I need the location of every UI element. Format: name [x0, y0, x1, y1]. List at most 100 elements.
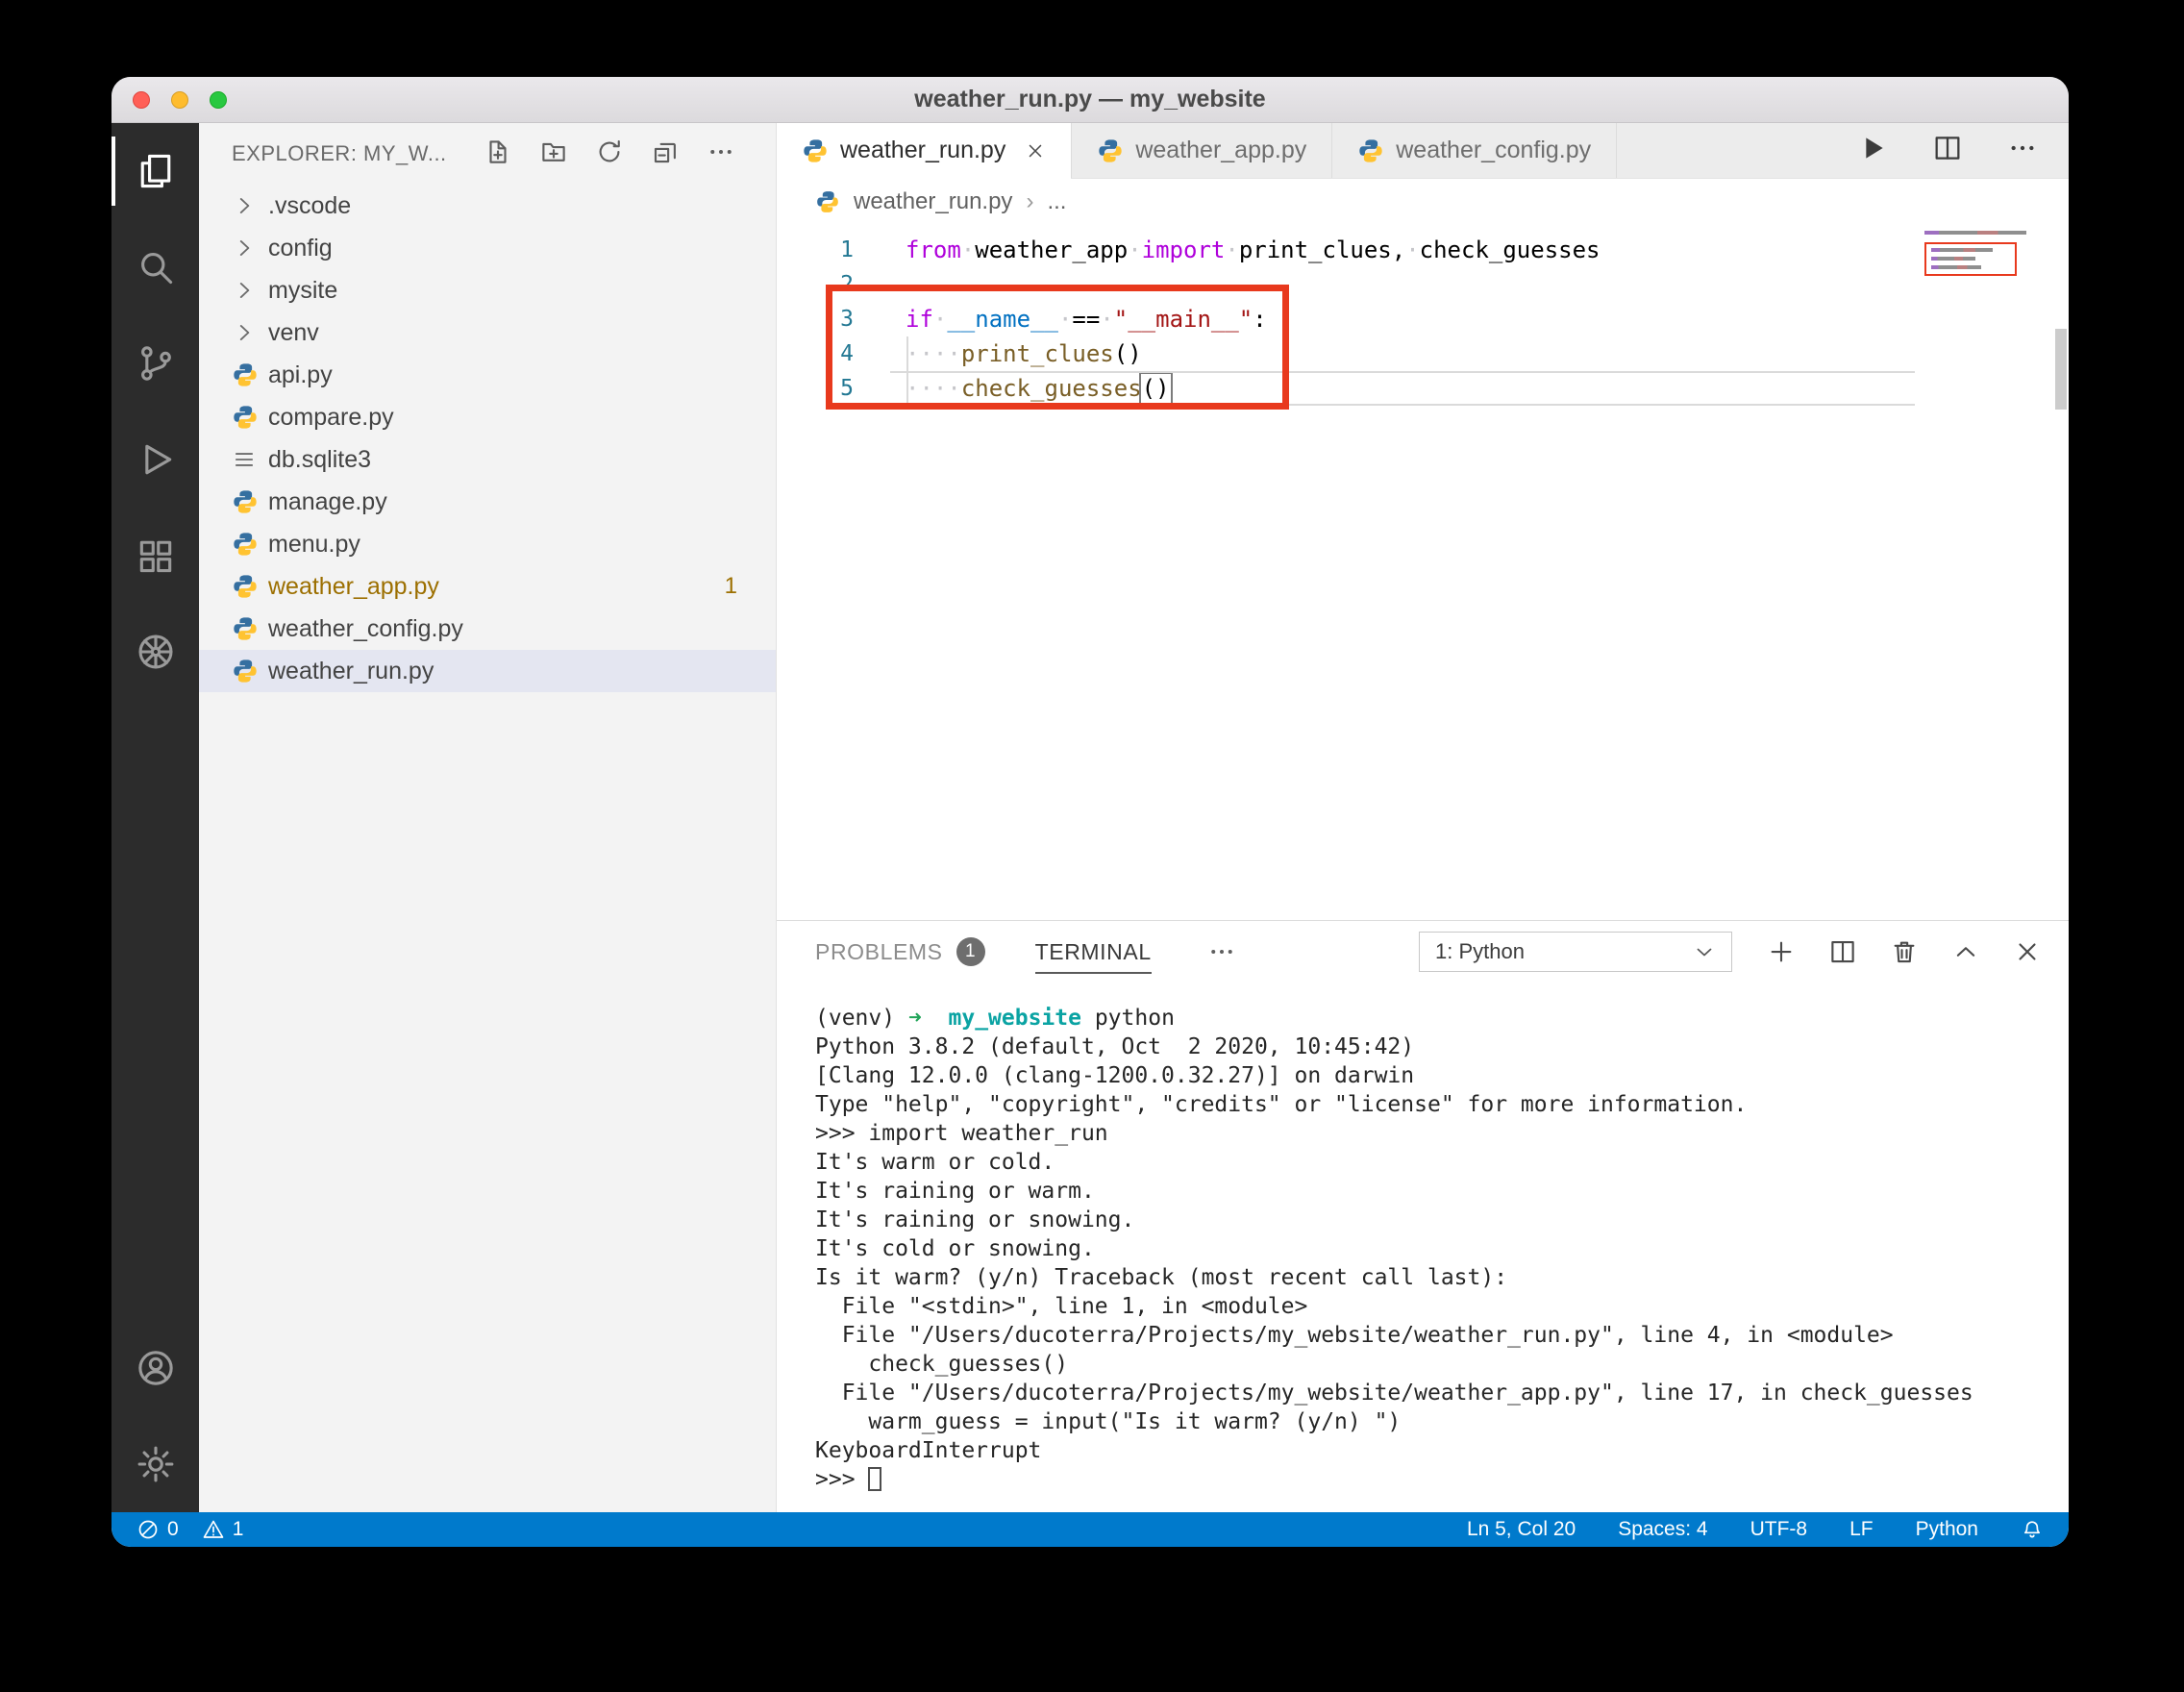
file-label: mysite	[268, 276, 338, 304]
panel-more-icon[interactable]	[1207, 937, 1236, 966]
split-editor-button[interactable]	[1932, 133, 1963, 168]
status-problems-errors[interactable]: 0	[136, 1518, 179, 1541]
sidebar-actions	[484, 137, 735, 171]
activity-settings[interactable]	[112, 1416, 199, 1512]
line-number: 2	[840, 272, 854, 297]
line-number: 4	[840, 341, 854, 366]
activity-bar-bottom	[112, 1320, 199, 1512]
file-manage.py[interactable]: manage.py	[199, 481, 776, 523]
line-number: 1	[840, 237, 854, 262]
minimize-window-button[interactable]	[171, 90, 188, 109]
terminal-selector[interactable]: 1: Python	[1419, 932, 1732, 972]
status-notifications[interactable]	[2021, 1518, 2044, 1541]
close-window-button[interactable]	[133, 90, 150, 109]
python-icon	[232, 658, 268, 684]
breadcrumb[interactable]: weather_run.py › ...	[777, 179, 2069, 225]
file-.vscode[interactable]: .vscode	[199, 185, 776, 227]
terminal-output[interactable]: (venv) ➜ my_website python Python 3.8.2 (…	[777, 983, 2069, 1512]
code-line-3[interactable]: 3 if·__name__·==·"__main__":	[777, 302, 2069, 336]
breadcrumb-symbols[interactable]: ...	[1047, 188, 1066, 215]
title-bar[interactable]: weather_run.py — my_website	[112, 77, 2069, 123]
close-panel-button[interactable]	[2013, 937, 2042, 966]
breadcrumb-file[interactable]: weather_run.py	[854, 188, 1012, 215]
panel-tab-problems[interactable]: PROBLEMS 1	[815, 921, 985, 983]
terminal-line: >>> import weather_run	[815, 1121, 1108, 1146]
file-config[interactable]: config	[199, 227, 776, 269]
terminal-cursor	[868, 1467, 882, 1491]
ellipsis-button[interactable]	[2007, 133, 2038, 168]
collapse-all-icon[interactable]	[651, 137, 680, 171]
activity-source-control[interactable]	[112, 315, 199, 411]
file-weather_config.py[interactable]: weather_config.py	[199, 608, 776, 650]
file-label: compare.py	[268, 403, 394, 431]
explorer-header: EXPLORER: MY_W...	[199, 123, 776, 185]
panel: PROBLEMS 1 TERMINAL 1: Python (venv) ➜ my_…	[777, 920, 2069, 1512]
status-language-mode[interactable]: Python	[1916, 1518, 1978, 1541]
tab-weather_run.py[interactable]: weather_run.py	[777, 123, 1073, 179]
file-label: menu.py	[268, 530, 360, 558]
panel-tab-terminal[interactable]: TERMINAL	[1034, 921, 1152, 983]
file-api.py[interactable]: api.py	[199, 354, 776, 396]
window-title: weather_run.py — my_website	[914, 86, 1266, 112]
code-line-5[interactable]: 5 ····check_guesses()	[777, 371, 2069, 406]
warning-icon	[202, 1518, 225, 1541]
zoom-window-button[interactable]	[210, 90, 227, 109]
file-weather_app.py[interactable]: weather_app.py 1	[199, 565, 776, 608]
python-icon	[1097, 137, 1124, 164]
chevron-down-icon	[1693, 940, 1716, 963]
editor-scrollbar[interactable]	[2055, 329, 2067, 410]
file-venv[interactable]: venv	[199, 311, 776, 354]
code-editor[interactable]: 1 from·weather_app·import·print_clues,·ch…	[777, 225, 2069, 920]
activity-extensions[interactable]	[112, 508, 199, 604]
code-line-2[interactable]: 2	[777, 267, 2069, 302]
minimap[interactable]	[1924, 231, 2051, 276]
minimap-annotation	[1924, 242, 2017, 276]
new-terminal-button[interactable]	[1767, 937, 1796, 966]
run-and-debug-icon	[135, 438, 177, 481]
terminal-selector-value: 1: Python	[1435, 939, 1525, 963]
activity-account[interactable]	[112, 1320, 199, 1416]
terminal-line: KeyboardInterrupt	[815, 1438, 1042, 1463]
code-line-4[interactable]: 4 ····print_clues()	[777, 336, 2069, 371]
activity-bar-top	[112, 123, 199, 700]
python-icon	[232, 573, 268, 600]
editor-actions	[1857, 123, 2069, 178]
python-icon	[232, 404, 268, 431]
activity-search[interactable]	[112, 219, 199, 315]
status-cursor-position[interactable]: Ln 5, Col 20	[1467, 1518, 1576, 1541]
tab-list: weather_run.py weather_app.py weather_conf…	[777, 123, 1618, 179]
status-problems-warnings[interactable]: 1	[202, 1518, 243, 1541]
status-indentation[interactable]: Spaces: 4	[1618, 1518, 1707, 1541]
new-file-icon[interactable]	[484, 137, 512, 171]
status-end-of-line[interactable]: LF	[1849, 1518, 1874, 1541]
line-number: 5	[840, 376, 854, 401]
activity-explorer[interactable]	[112, 123, 199, 219]
database-icon	[232, 447, 268, 472]
file-weather_run.py[interactable]: weather_run.py	[199, 650, 776, 692]
split-terminal-button[interactable]	[1828, 937, 1857, 966]
status-encoding[interactable]: UTF-8	[1750, 1518, 1808, 1541]
line-number: 3	[840, 307, 854, 332]
refresh-icon[interactable]	[595, 137, 624, 171]
activity-kubernetes[interactable]	[112, 604, 199, 700]
tab-weather_config.py[interactable]: weather_config.py	[1332, 123, 1618, 178]
kill-terminal-button[interactable]	[1890, 937, 1919, 966]
tab-weather_app.py[interactable]: weather_app.py	[1072, 123, 1333, 178]
tab-label: weather_run.py	[840, 137, 1006, 163]
file-compare.py[interactable]: compare.py	[199, 396, 776, 438]
file-mysite[interactable]: mysite	[199, 269, 776, 311]
python-icon	[232, 615, 268, 642]
new-folder-icon[interactable]	[539, 137, 568, 171]
activity-run-and-debug[interactable]	[112, 411, 199, 508]
file-menu.py[interactable]: menu.py	[199, 523, 776, 565]
file-db.sqlite3[interactable]: db.sqlite3	[199, 438, 776, 481]
terminal-line: Python 3.8.2 (default, Oct 2 2020, 10:45…	[815, 1034, 1415, 1059]
ellipsis-icon[interactable]	[707, 137, 735, 171]
run-button[interactable]	[1857, 133, 1888, 168]
maximize-panel-button[interactable]	[1951, 937, 1980, 966]
close-tab-icon[interactable]	[1025, 140, 1046, 162]
minimap-line	[1924, 231, 2026, 235]
code-line-1[interactable]: 1 from·weather_app·import·print_clues,·ch…	[777, 233, 2069, 267]
file-label: config	[268, 234, 333, 261]
chevron-right-icon	[232, 278, 268, 303]
